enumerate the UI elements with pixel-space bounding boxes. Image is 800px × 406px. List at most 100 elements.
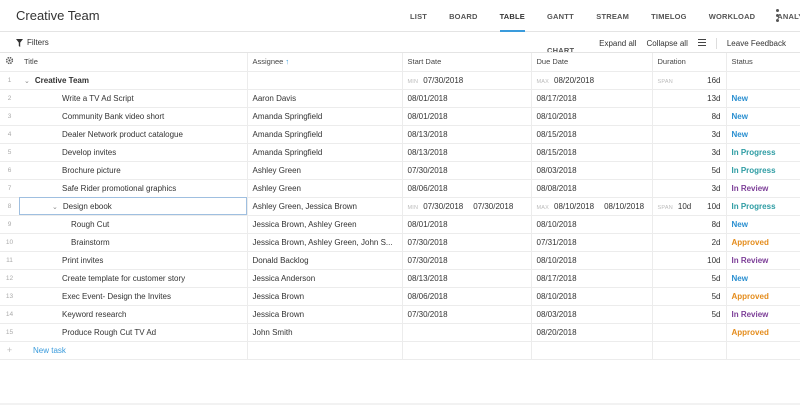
start-date-cell[interactable]: 08/01/2018 (402, 107, 532, 126)
assignee-cell[interactable]: Amanda Springfield (247, 107, 403, 126)
duration-cell[interactable]: 5d (652, 161, 727, 180)
status-badge[interactable]: In Review (726, 179, 800, 198)
assignee-cell[interactable]: John Smith (247, 323, 403, 342)
assignee-cell[interactable]: Amanda Springfield (247, 143, 403, 162)
table-row[interactable]: 11 Print invites Donald Backlog 07/30/2018 0… (0, 251, 800, 270)
assignee-cell[interactable]: Jessica Brown (247, 287, 403, 306)
assignee-cell[interactable]: Jessica Brown, Ashley Green (247, 215, 403, 234)
duration-cell[interactable]: 2d (652, 233, 727, 252)
column-header-duration[interactable]: Duration (652, 53, 727, 72)
status-badge[interactable]: New (726, 89, 800, 108)
due-date-cell[interactable]: 07/31/2018 (531, 233, 653, 252)
table-row[interactable]: 13 Exec Event- Design the Invites Jessica … (0, 287, 800, 306)
add-task-icon[interactable]: + (0, 341, 19, 360)
due-date-cell[interactable]: 08/03/2018 (531, 161, 653, 180)
due-date-cell[interactable]: 08/10/2018 (531, 215, 653, 234)
duration-cell[interactable]: 8d (652, 107, 727, 126)
title-cell[interactable]: ⌄ Design ebook (19, 197, 248, 216)
table-row[interactable]: 2 Write a TV Ad Script Aaron Davis 08/01/20… (0, 89, 800, 108)
table-row[interactable]: 7 Safe Rider promotional graphics Ashley G… (0, 179, 800, 198)
column-header-assignee[interactable]: Assignee ↑ (247, 53, 403, 72)
duration-cell[interactable]: SPAN 16d (652, 71, 727, 90)
column-menu-icon[interactable] (697, 39, 706, 48)
assignee-cell[interactable]: Jessica Brown, Ashley Green, John S... (247, 233, 403, 252)
table-row[interactable]: 15 Produce Rough Cut TV Ad John Smith 08/20… (0, 323, 800, 342)
assignee-cell[interactable]: Ashley Green, Jessica Brown (247, 197, 403, 216)
start-date-cell[interactable]: MIN 07/30/2018 07/30/2018 (402, 197, 532, 216)
due-date-cell[interactable]: 08/03/2018 (531, 305, 653, 324)
due-date-cell[interactable]: 08/17/2018 (531, 89, 653, 108)
status-badge[interactable]: New (726, 269, 800, 288)
due-date-cell[interactable]: 08/15/2018 (531, 143, 653, 162)
duration-cell[interactable] (652, 323, 727, 342)
title-cell[interactable]: Brainstorm (19, 233, 248, 252)
status-badge[interactable]: In Progress (726, 143, 800, 162)
assignee-cell[interactable]: Ashley Green (247, 161, 403, 180)
assignee-cell[interactable]: Ashley Green (247, 179, 403, 198)
due-date-cell[interactable]: 08/08/2018 (531, 179, 653, 198)
start-date-cell[interactable]: 07/30/2018 (402, 305, 532, 324)
title-cell[interactable]: Rough Cut (19, 215, 248, 234)
column-header-title[interactable]: Title (19, 53, 248, 72)
collapse-all-button[interactable]: Collapse all (646, 39, 687, 48)
title-cell[interactable]: Safe Rider promotional graphics (19, 179, 248, 198)
assignee-cell[interactable]: Jessica Anderson (247, 269, 403, 288)
column-header-start-date[interactable]: Start Date (402, 53, 532, 72)
start-date-cell[interactable]: 07/30/2018 (402, 251, 532, 270)
title-cell[interactable]: Brochure picture (19, 161, 248, 180)
table-row-selected[interactable]: 8 ⌄ Design ebook Ashley Green, Jessica Br… (0, 197, 800, 216)
assignee-cell[interactable]: Donald Backlog (247, 251, 403, 270)
expand-all-button[interactable]: Expand all (599, 39, 636, 48)
table-row[interactable]: 12 Create template for customer story Jess… (0, 269, 800, 288)
column-header-due-date[interactable]: Due Date (531, 53, 653, 72)
duration-cell[interactable]: 5d (652, 269, 727, 288)
title-cell[interactable]: Keyword research (19, 305, 248, 324)
status-badge[interactable]: Approved (726, 323, 800, 342)
table-settings-button[interactable] (0, 53, 19, 72)
table-row[interactable]: 4 Dealer Network product catalogue Amanda … (0, 125, 800, 144)
column-header-status[interactable]: Status (726, 53, 800, 72)
tab-stream[interactable]: STREAM (596, 0, 629, 32)
title-cell[interactable]: Exec Event- Design the Invites (19, 287, 248, 306)
title-cell[interactable]: Develop invites (19, 143, 248, 162)
start-date-cell[interactable]: 08/01/2018 (402, 89, 532, 108)
leave-feedback-button[interactable]: Leave Feedback (727, 39, 786, 48)
table-row[interactable]: 10 Brainstorm Jessica Brown, Ashley Green,… (0, 233, 800, 252)
due-date-cell[interactable]: 08/15/2018 (531, 125, 653, 144)
duration-cell[interactable]: 3d (652, 125, 727, 144)
new-task-row[interactable]: + New task (0, 341, 800, 360)
title-cell[interactable]: Create template for customer story (19, 269, 248, 288)
start-date-cell[interactable]: 07/30/2018 (402, 233, 532, 252)
status-badge[interactable]: New (726, 125, 800, 144)
duration-cell[interactable]: 8d (652, 215, 727, 234)
assignee-cell[interactable]: Aaron Davis (247, 89, 403, 108)
due-date-cell[interactable]: MAX 08/20/2018 (531, 71, 653, 90)
chevron-down-icon[interactable]: ⌄ (24, 77, 30, 85)
table-row[interactable]: 14 Keyword research Jessica Brown 07/30/201… (0, 305, 800, 324)
duration-cell[interactable]: 5d (652, 287, 727, 306)
title-cell[interactable]: Produce Rough Cut TV Ad (19, 323, 248, 342)
start-date-cell[interactable]: 08/01/2018 (402, 215, 532, 234)
status-badge[interactable]: New (726, 215, 800, 234)
table-row[interactable]: 5 Develop invites Amanda Springfield 08/13/… (0, 143, 800, 162)
status-cell[interactable] (726, 71, 800, 90)
duration-cell[interactable]: 3d (652, 143, 727, 162)
title-cell[interactable]: Dealer Network product catalogue (19, 125, 248, 144)
new-task-button[interactable]: New task (19, 341, 248, 360)
title-cell[interactable]: ⌄ Creative Team (19, 71, 248, 90)
start-date-cell[interactable] (402, 323, 532, 342)
title-cell[interactable]: Community Bank video short (19, 107, 248, 126)
status-badge[interactable]: In Review (726, 305, 800, 324)
start-date-cell[interactable]: 08/13/2018 (402, 143, 532, 162)
status-badge[interactable]: Approved (726, 287, 800, 306)
title-cell[interactable]: Print invites (19, 251, 248, 270)
tab-list[interactable]: LIST (410, 0, 427, 32)
due-date-cell[interactable]: 08/10/2018 (531, 251, 653, 270)
tab-table[interactable]: TABLE (499, 0, 526, 32)
due-date-cell[interactable]: 08/10/2018 (531, 287, 653, 306)
status-badge[interactable]: In Review (726, 251, 800, 270)
status-badge[interactable]: In Progress (726, 161, 800, 180)
tab-timelog[interactable]: TIMELOG (651, 0, 687, 32)
tab-gantt-chart[interactable]: GANTT CHART (547, 0, 574, 55)
assignee-cell[interactable]: Amanda Springfield (247, 125, 403, 144)
